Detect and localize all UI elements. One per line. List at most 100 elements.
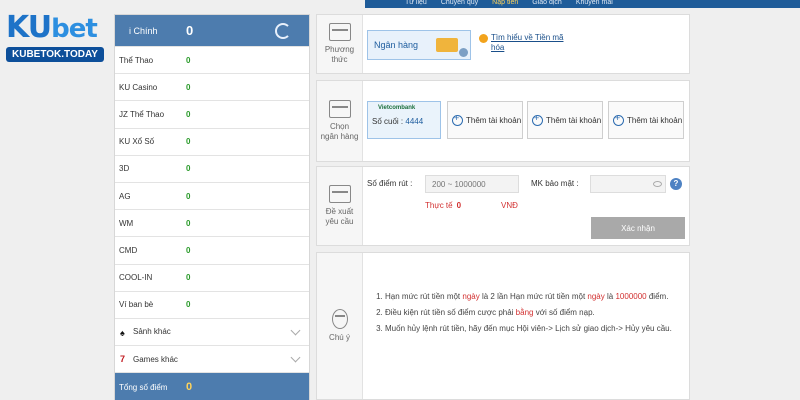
wallet-value: 0 [186,245,191,255]
note-highlight: ngày [462,292,480,301]
wallet-label: Ví ban bè [119,300,154,310]
section-title-line2: yêu cầu [325,217,354,226]
logo-bet: bet [51,14,98,44]
logo-tagline: KUBETOK.TODAY [6,47,104,62]
section-header: Chú ý [317,253,363,399]
bank-name: Vietcombank [378,105,416,111]
note-item: Điều kiện rút tiền số điểm cược phải bằn… [385,307,683,318]
section-header: Đề xuất yêu cầu [317,167,363,245]
section-title-line1: Phương [324,45,355,54]
main-wallet-row: i Chính 0 [115,15,309,47]
other-games-toggle[interactable]: 7 Games khác [115,346,309,374]
wallet-label: Thể Thao [119,55,154,65]
note-text: Muốn hủy lệnh rút tiền, hãy đến mục Hội … [385,324,672,333]
wallet-label: WM [119,218,134,228]
actual-amount: Thực tế 0 [425,201,461,210]
note-item: Muốn hủy lệnh rút tiền, hãy đến mục Hội … [385,323,683,334]
wallet-row: JZ Thể Thao 0 [115,101,309,129]
section-title-line1: Chọn [329,122,350,131]
actual-value: 0 [456,201,462,210]
section-title-line2: thức [331,55,348,64]
nav-item-transfer[interactable]: Chuyển quỹ [441,0,478,6]
last-digits-label: Số cuối : [372,117,404,126]
section-title-line2: ngân hàng [320,132,359,141]
wallet-label: 3D [119,164,130,174]
wallet-label: JZ Thể Thao [119,109,165,119]
spade-icon: ♠ [120,327,125,338]
help-link-line1: Tìm hiểu về Tiền mã [491,33,564,42]
other-games-label: Games khác [133,354,178,364]
wallet-value: 0 [186,218,191,228]
nav-item-transactions[interactable]: Giao dịch [532,0,562,6]
method-bank-option[interactable]: Ngân hàng [367,30,471,60]
wallet-row: KU Casino 0 [115,74,309,102]
wallet-label: CMD [119,245,138,255]
section-header: Chọn ngân hàng [317,81,363,161]
currency-label: VNĐ [501,201,518,210]
refresh-icon[interactable] [275,23,291,39]
wallet-label: KU Casino [119,82,158,92]
plus-circle-icon [452,113,463,126]
total-points-row: Tổng số điểm 0 [115,373,309,400]
add-account-label: Thêm tài khoản [546,115,602,125]
brand-logo: KUbet KUBETOK.TODAY [6,10,114,66]
plus-circle-icon [532,113,543,126]
plus-circle-icon [613,113,624,126]
note-highlight: 1000000 [615,292,647,301]
nav-item-deposit[interactable]: Nạp tiền [492,0,518,6]
info-bulb-icon [479,34,488,43]
add-account-label: Thêm tài khoản [466,115,522,125]
wallet-value: 0 [186,191,191,201]
last-digits-value: 4444 [405,117,424,126]
notes-section: Chú ý Hạn mức rút tiền một ngày là 2 lần… [316,252,690,400]
other-halls-label: Sảnh khác [133,327,171,337]
wallet-value: 0 [186,55,191,65]
add-account-button[interactable]: Thêm tài khoản [608,101,684,139]
note-highlight: bằng [515,308,534,317]
eye-icon[interactable] [653,181,662,187]
wallet-row: Thể Thao 0 [115,47,309,75]
wallet-row: 3D 0 [115,156,309,183]
confirm-button[interactable]: Xác nhận [591,217,685,239]
lightbulb-icon [331,309,348,329]
note-text: với số điểm nạp. [535,308,595,317]
section-title-line1: Đề xuất [325,207,354,216]
linked-bank-card[interactable]: Vietcombank Số cuối : 4444 [367,101,441,139]
add-account-button[interactable]: Thêm tài khoản [447,101,523,139]
form-icon [328,185,351,203]
note-highlight: ngày [587,292,605,301]
bank-select-section: Chọn ngân hàng Vietcombank Số cuối : 444… [316,80,690,162]
note-text: điểm. [648,292,669,301]
total-points-label: Tổng số điểm [119,382,168,392]
wallet-balances-panel: i Chính 0 Thể Thao 0 KU Casino 0 JZ Thể Th… [114,14,310,400]
other-halls-toggle[interactable]: ♠ Sảnh khác [115,319,309,347]
add-account-button[interactable]: Thêm tài khoản [527,101,603,139]
bank-card-icon [328,100,351,118]
top-navigation: Tư liệu Chuyển quỹ Nạp tiền Giao dịch Kh… [365,0,800,8]
nav-item-promotions[interactable]: Khuyến mãi [576,0,613,6]
wallet-card-icon [328,23,351,41]
points-label: Số điểm rút : [367,179,413,188]
wallet-row: AG 0 [115,183,309,211]
points-input[interactable] [425,175,519,193]
wallet-row: KU Xổ Số 0 [115,129,309,156]
slot-seven-icon: 7 [120,354,126,365]
wallet-value: 0 [186,300,191,310]
wallet-row: Ví ban bè 0 [115,292,309,319]
crypto-help-link[interactable]: Tìm hiểu về Tiền mã hóa [479,33,563,53]
withdraw-request-section: Đề xuất yêu cầu Số điểm rút : MK bảo mật… [316,166,690,246]
note-text: là 2 lần Hạn mức rút tiền một [481,292,586,301]
wallet-value: 0 [186,164,191,174]
notes-list: Hạn mức rút tiền một ngày là 2 lần Hạn m… [373,291,683,339]
check-icon [459,48,468,57]
wallet-row: CMD 0 [115,237,309,265]
nav-item-profile[interactable]: Tư liệu [405,0,427,6]
wallet-row: COOL-IN 0 [115,265,309,292]
security-password-label: MK bảo mật : [531,179,579,188]
note-item: Hạn mức rút tiền một ngày là 2 lần Hạn m… [385,291,683,302]
wallet-value: 0 [186,137,191,147]
payment-method-section: Phương thức Ngân hàng Tìm hiểu về Tiền m… [316,14,690,74]
help-question-icon[interactable]: ? [670,178,682,190]
wallet-value: 0 [186,109,191,119]
section-header: Phương thức [317,15,363,73]
